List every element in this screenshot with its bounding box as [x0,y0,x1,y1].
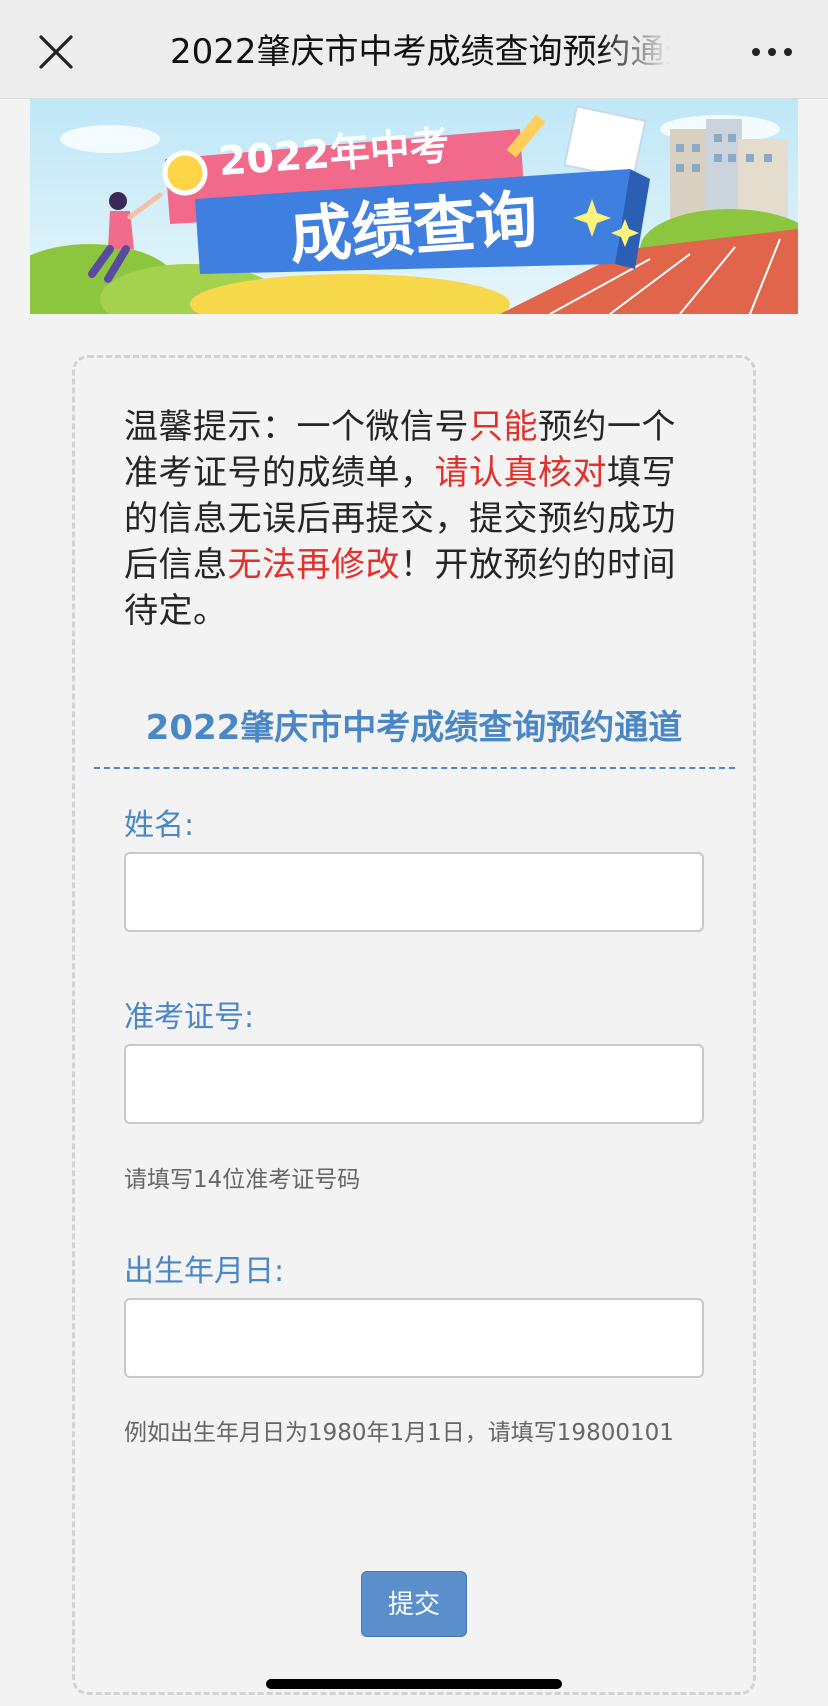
title-divider [94,767,735,769]
close-icon [39,35,73,69]
form-title: 2022肇庆市中考成绩查询预约通道 [145,708,683,748]
notice-highlight: 请认真核对 [434,453,607,493]
exam-number-input[interactable] [124,1044,704,1124]
banner-image: 2022年中考 成绩查询 [30,99,798,314]
name-label: 姓名: [124,808,195,843]
name-input[interactable] [124,852,704,932]
more-options-button[interactable] [750,38,794,66]
birthdate-hint: 例如出生年月日为1980年1月1日，请填写19800101 [124,1420,674,1446]
more-icon [752,48,792,56]
notice-highlight: 只能 [469,407,538,447]
notice-segment: 温馨提示：一个微信号 [124,407,469,447]
submit-button[interactable]: 提交 [361,1571,467,1637]
page-title: 2022肇庆市中考成绩查询预约通道 [170,32,670,72]
notice-highlight: 无法再修改 [227,545,400,585]
exam-number-hint: 请填写14位准考证号码 [124,1167,361,1193]
exam-number-label: 准考证号: [124,1000,255,1035]
close-button[interactable] [38,34,74,70]
notice-text: 温馨提示：一个微信号只能预约一个准考证号的成绩单，请认真核对填写的信息无误后再提… [124,404,708,634]
home-indicator [266,1679,562,1689]
birthdate-label: 出生年月日: [124,1254,285,1289]
birthdate-input[interactable] [124,1298,704,1378]
top-nav-bar: 2022肇庆市中考成绩查询预约通道 [0,0,828,99]
